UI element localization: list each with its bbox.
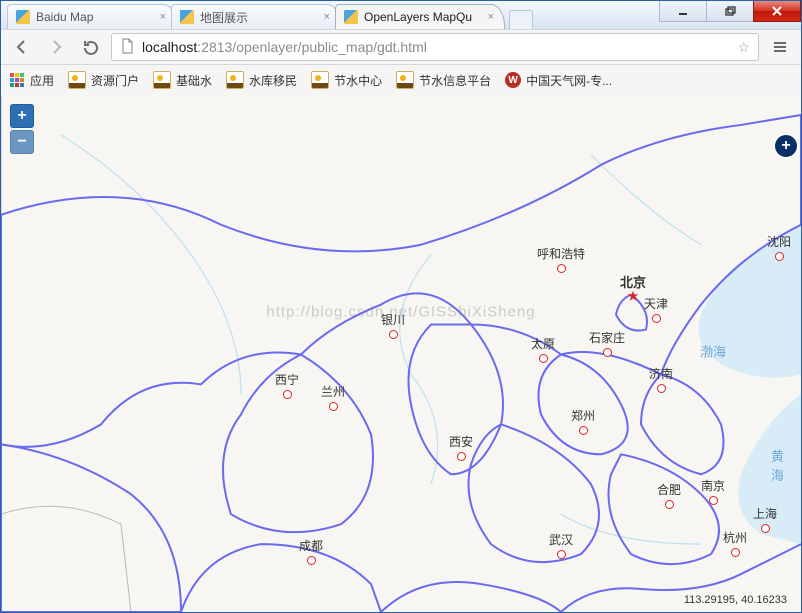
back-button[interactable] <box>9 34 35 60</box>
tab-map-display[interactable]: 地图展示 × <box>171 4 341 29</box>
browser-menu-button[interactable] <box>767 34 793 60</box>
tab-title: OpenLayers MapQu <box>364 10 478 24</box>
new-tab-button[interactable] <box>509 10 533 29</box>
window-controls <box>660 1 801 22</box>
nav-toolbar: localhost:2813/openlayer/public_map/gdt.… <box>1 29 801 65</box>
bookmark-apps[interactable]: 应用 <box>9 72 54 89</box>
bookmark-label: 应用 <box>30 72 54 89</box>
bookmark-label: 基础水 <box>176 72 212 89</box>
bookmark-china-weather[interactable]: W 中国天气网-专... <box>505 72 612 89</box>
map-viewport[interactable]: http://blog.csdn.net/GISShiXiSheng + − +… <box>1 95 801 612</box>
bookmarks-bar: 应用 资源门户 基础水 水库移民 节水中心 节水信息平台 W 中国天气网-专..… <box>1 65 801 96</box>
tab-favicon <box>344 10 358 24</box>
reload-button[interactable] <box>77 34 103 60</box>
map-canvas[interactable] <box>1 95 801 612</box>
tab-close-icon[interactable]: × <box>324 11 330 23</box>
bookmark-star-icon[interactable]: ☆ <box>737 39 750 56</box>
tab-close-icon[interactable]: × <box>488 11 494 23</box>
bookmark-label: 节水中心 <box>334 72 382 89</box>
bookmark-label: 节水信息平台 <box>419 72 491 89</box>
bookmark-label: 资源门户 <box>91 72 139 89</box>
layer-switcher-button[interactable]: + <box>773 133 799 159</box>
folder-icon <box>153 71 171 89</box>
maximize-button[interactable] <box>706 1 754 22</box>
address-bar[interactable]: localhost:2813/openlayer/public_map/gdt.… <box>111 33 759 61</box>
bookmark-basic-water[interactable]: 基础水 <box>153 71 212 89</box>
folder-icon <box>226 71 244 89</box>
bookmark-label: 中国天气网-专... <box>526 72 612 89</box>
bookmark-water-saving-info[interactable]: 节水信息平台 <box>396 71 491 89</box>
folder-icon <box>311 71 329 89</box>
bookmark-water-saving-center[interactable]: 节水中心 <box>311 71 382 89</box>
close-button[interactable] <box>753 1 801 22</box>
url-host: localhost <box>142 39 197 55</box>
forward-button[interactable] <box>43 34 69 60</box>
tab-title: 地图展示 <box>200 9 314 26</box>
tab-favicon <box>180 10 194 24</box>
browser-window: Baidu Map × 地图展示 × OpenLayers MapQu × <box>0 0 802 613</box>
tab-favicon <box>16 10 30 24</box>
folder-icon <box>68 71 86 89</box>
zoom-control: + − <box>10 104 32 156</box>
tab-close-icon[interactable]: × <box>160 11 166 23</box>
tab-openlayers[interactable]: OpenLayers MapQu × <box>335 4 505 29</box>
apps-icon <box>9 72 25 88</box>
tab-baidu-map[interactable]: Baidu Map × <box>7 4 177 29</box>
weather-icon: W <box>505 72 521 88</box>
tab-title: Baidu Map <box>36 10 150 24</box>
bookmark-label: 水库移民 <box>249 72 297 89</box>
folder-icon <box>396 71 414 89</box>
url-path: :2813/openlayer/public_map/gdt.html <box>197 39 427 55</box>
tab-strip: Baidu Map × 地图展示 × OpenLayers MapQu × <box>7 3 533 29</box>
minimize-button[interactable] <box>659 1 707 22</box>
url-text: localhost:2813/openlayer/public_map/gdt.… <box>142 39 729 55</box>
bookmark-reservoir-migrant[interactable]: 水库移民 <box>226 71 297 89</box>
bookmark-resource-portal[interactable]: 资源门户 <box>68 71 139 89</box>
titlebar: Baidu Map × 地图展示 × OpenLayers MapQu × <box>1 1 801 29</box>
zoom-out-button[interactable]: − <box>10 130 34 154</box>
zoom-in-button[interactable]: + <box>10 104 34 128</box>
page-icon <box>120 38 134 57</box>
